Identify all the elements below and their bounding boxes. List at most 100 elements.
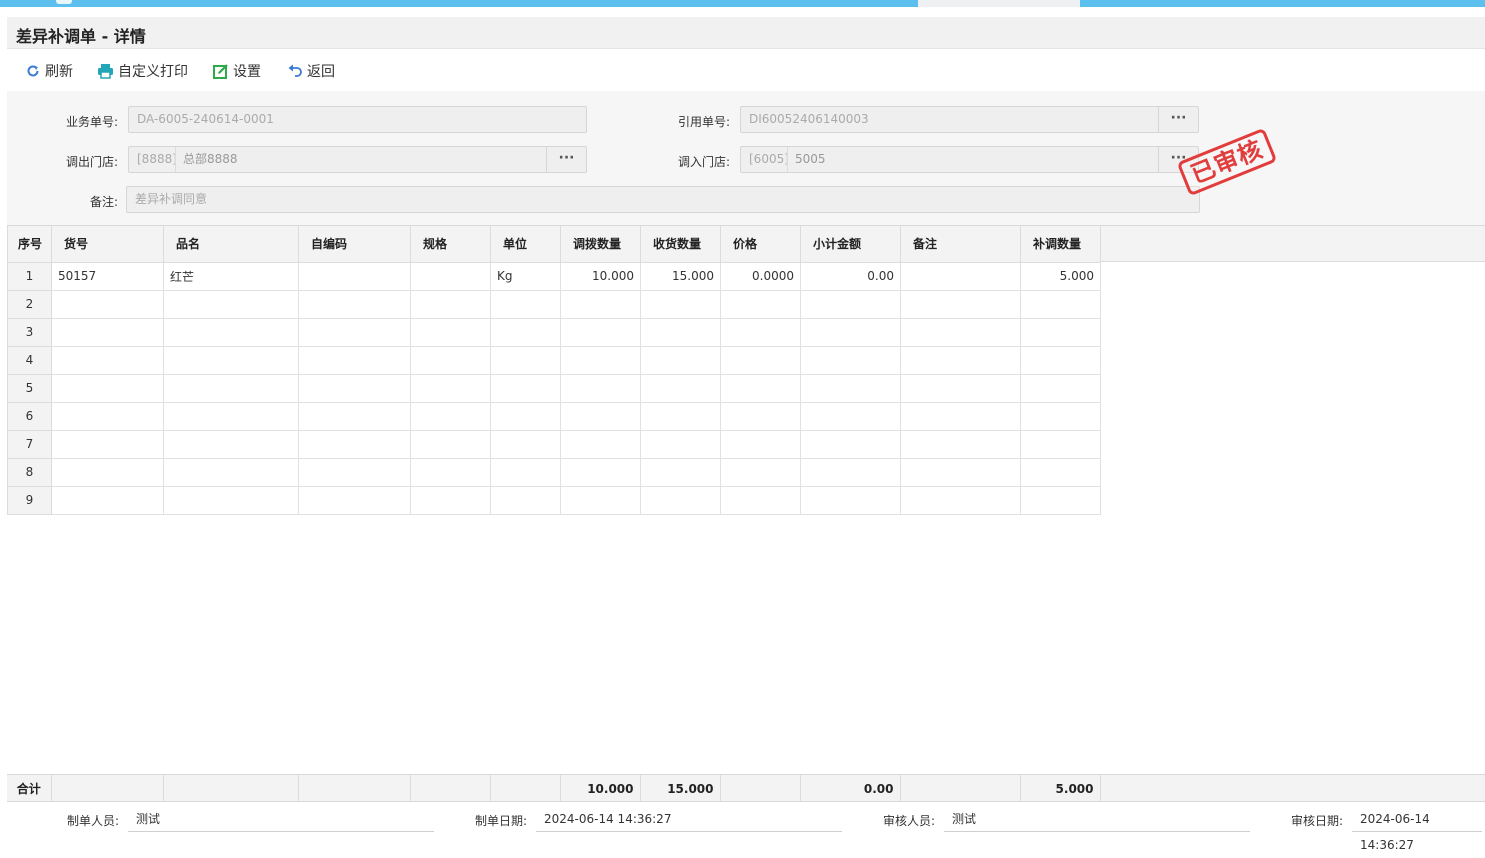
cell-name[interactable] — [163, 485, 299, 515]
cell-sku[interactable] — [51, 289, 164, 319]
col-header-note[interactable]: 备注 — [900, 226, 1021, 263]
cell-note[interactable] — [900, 373, 1021, 403]
cell-transfer-qty[interactable] — [560, 345, 641, 375]
out-store-field[interactable]: [8888] 总部8888 ··· — [128, 146, 587, 173]
cell-subtotal[interactable] — [800, 429, 901, 459]
cell-name[interactable] — [163, 373, 299, 403]
cell-transfer-qty[interactable] — [560, 401, 641, 431]
cell-recv-qty[interactable] — [640, 373, 721, 403]
cell-price[interactable] — [720, 373, 801, 403]
cell-price[interactable] — [720, 289, 801, 319]
cell-spec[interactable] — [410, 345, 491, 375]
cell-adj-qty[interactable]: 5.000 — [1020, 261, 1101, 291]
cell-unit[interactable] — [490, 373, 561, 403]
cell-adj-qty[interactable] — [1020, 373, 1101, 403]
back-button[interactable]: 返回 — [287, 61, 335, 81]
ref-no-field[interactable]: DI60052406140003 ··· — [740, 106, 1199, 133]
cell-transfer-qty[interactable] — [560, 289, 641, 319]
cell-recv-qty[interactable] — [640, 317, 721, 347]
cell-spec[interactable] — [410, 401, 491, 431]
cell-subtotal[interactable] — [800, 317, 901, 347]
cell-unit[interactable] — [490, 485, 561, 515]
table-row[interactable]: 9 — [7, 485, 1101, 515]
table-row[interactable]: 6 — [7, 401, 1101, 431]
cell-subtotal[interactable] — [800, 401, 901, 431]
cell-transfer-qty[interactable]: 10.000 — [560, 261, 641, 291]
col-header-transfer-qty[interactable]: 调拨数量 — [560, 226, 641, 263]
cell-code[interactable] — [298, 401, 411, 431]
cell-subtotal[interactable]: 0.00 — [800, 261, 901, 291]
table-row[interactable]: 3 — [7, 317, 1101, 347]
cell-recv-qty[interactable] — [640, 401, 721, 431]
ref-no-lookup-button[interactable]: ··· — [1158, 107, 1198, 132]
cell-spec[interactable] — [410, 317, 491, 347]
col-header-code[interactable]: 自编码 — [298, 226, 411, 263]
in-store-field[interactable]: [6005] 5005 ··· — [740, 146, 1199, 173]
cell-recv-qty[interactable] — [640, 429, 721, 459]
cell-code[interactable] — [298, 345, 411, 375]
cell-spec[interactable] — [410, 289, 491, 319]
custom-print-button[interactable]: 自定义打印 — [97, 61, 188, 81]
cell-adj-qty[interactable] — [1020, 429, 1101, 459]
cell-price[interactable] — [720, 401, 801, 431]
cell-recv-qty[interactable]: 15.000 — [640, 261, 721, 291]
cell-adj-qty[interactable] — [1020, 317, 1101, 347]
cell-transfer-qty[interactable] — [560, 317, 641, 347]
cell-name[interactable] — [163, 289, 299, 319]
remark-field[interactable]: 差异补调同意 — [126, 186, 1200, 213]
cell-spec[interactable] — [410, 457, 491, 487]
cell-code[interactable] — [298, 289, 411, 319]
cell-price[interactable] — [720, 345, 801, 375]
cell-sku[interactable] — [51, 457, 164, 487]
cell-recv-qty[interactable] — [640, 485, 721, 515]
cell-transfer-qty[interactable] — [560, 485, 641, 515]
cell-unit[interactable] — [490, 289, 561, 319]
cell-note[interactable] — [900, 261, 1021, 291]
cell-spec[interactable] — [410, 429, 491, 459]
cell-code[interactable] — [298, 429, 411, 459]
cell-price[interactable] — [720, 485, 801, 515]
cell-price[interactable] — [720, 429, 801, 459]
col-header-subtotal[interactable]: 小计金额 — [800, 226, 901, 263]
biz-no-field[interactable]: DA-6005-240614-0001 — [128, 106, 587, 133]
cell-spec[interactable] — [410, 485, 491, 515]
cell-spec[interactable] — [410, 261, 491, 291]
cell-sku[interactable] — [51, 373, 164, 403]
cell-note[interactable] — [900, 401, 1021, 431]
cell-recv-qty[interactable] — [640, 457, 721, 487]
cell-name[interactable] — [163, 429, 299, 459]
cell-transfer-qty[interactable] — [560, 429, 641, 459]
col-header-spec[interactable]: 规格 — [410, 226, 491, 263]
cell-code[interactable] — [298, 457, 411, 487]
cell-adj-qty[interactable] — [1020, 485, 1101, 515]
cell-unit[interactable] — [490, 457, 561, 487]
cell-sku[interactable] — [51, 401, 164, 431]
cell-unit[interactable] — [490, 345, 561, 375]
cell-subtotal[interactable] — [800, 373, 901, 403]
cell-adj-qty[interactable] — [1020, 401, 1101, 431]
cell-subtotal[interactable] — [800, 457, 901, 487]
col-header-recv-qty[interactable]: 收货数量 — [640, 226, 721, 263]
cell-sku[interactable] — [51, 485, 164, 515]
cell-unit[interactable] — [490, 317, 561, 347]
cell-unit[interactable] — [490, 429, 561, 459]
cell-sku[interactable] — [51, 345, 164, 375]
cell-name[interactable]: 红芒 — [163, 261, 299, 291]
cell-code[interactable] — [298, 373, 411, 403]
cell-sku[interactable] — [51, 317, 164, 347]
table-row[interactable]: 4 — [7, 345, 1101, 375]
cell-adj-qty[interactable] — [1020, 345, 1101, 375]
col-header-name[interactable]: 品名 — [163, 226, 299, 263]
cell-adj-qty[interactable] — [1020, 457, 1101, 487]
table-row[interactable]: 1 50157 红芒 Kg 10.000 15.000 0.0000 0.00 5.000 — [7, 261, 1101, 291]
cell-recv-qty[interactable] — [640, 345, 721, 375]
cell-subtotal[interactable] — [800, 289, 901, 319]
cell-code[interactable] — [298, 485, 411, 515]
cell-price[interactable] — [720, 317, 801, 347]
cell-note[interactable] — [900, 317, 1021, 347]
cell-note[interactable] — [900, 457, 1021, 487]
cell-spec[interactable] — [410, 373, 491, 403]
col-header-sku[interactable]: 货号 — [51, 226, 164, 263]
col-header-price[interactable]: 价格 — [720, 226, 801, 263]
cell-transfer-qty[interactable] — [560, 457, 641, 487]
